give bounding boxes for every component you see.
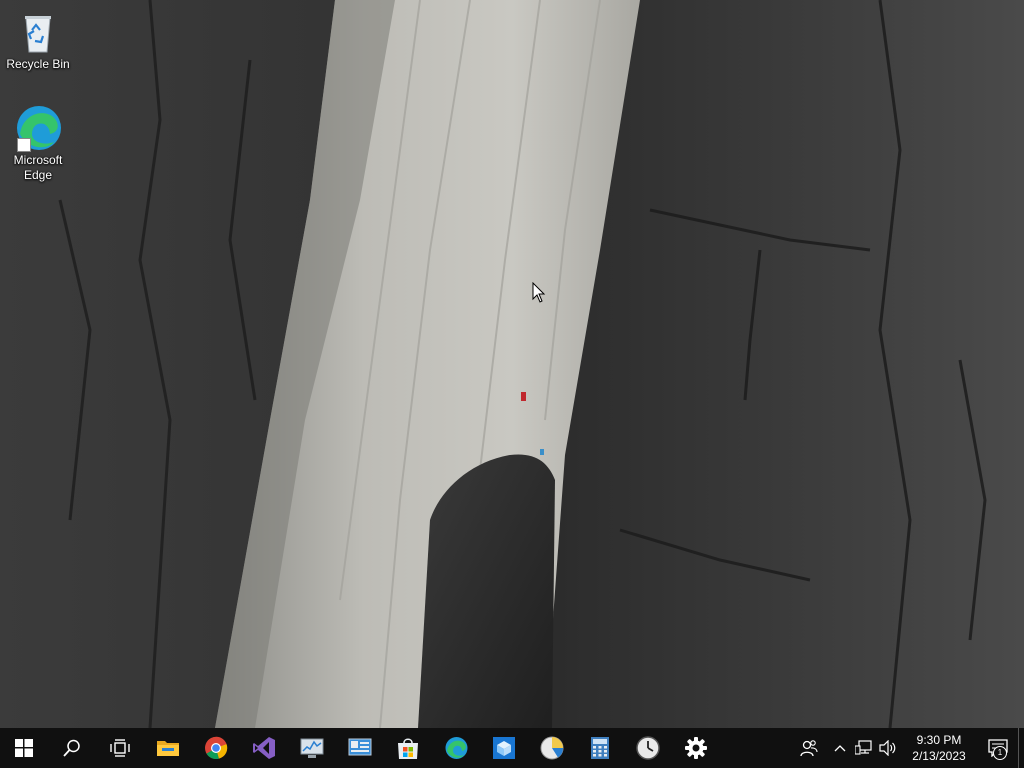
visual-studio-icon	[253, 737, 275, 759]
desktop-wallpaper	[0, 0, 1024, 728]
taskbar: 9:30 PM 2/13/2023 1	[0, 728, 1024, 768]
taskbar-clock-app[interactable]	[624, 728, 672, 768]
taskbar-edge[interactable]	[432, 728, 480, 768]
show-desktop-button[interactable]	[1018, 728, 1024, 768]
wallpaper-rock-cliff	[0, 0, 1024, 728]
taskbar-calculator[interactable]	[576, 728, 624, 768]
desktop-icon-microsoft-edge[interactable]: Microsoft Edge	[0, 104, 76, 183]
store-icon	[398, 738, 418, 759]
task-view-button[interactable]	[96, 728, 144, 768]
taskbar-system-information[interactable]	[336, 728, 384, 768]
search-icon	[63, 739, 80, 757]
action-center-button[interactable]: 1	[978, 728, 1018, 768]
taskbar-chrome[interactable]	[192, 728, 240, 768]
desktop-icon-label: Recycle Bin	[6, 57, 70, 71]
taskbar-file-explorer[interactable]	[144, 728, 192, 768]
taskbar-microsoft-store[interactable]	[384, 728, 432, 768]
chevron-up-icon	[834, 745, 846, 752]
clock-time: 9:30 PM	[916, 733, 962, 747]
clock-date: 2/13/2023	[912, 749, 966, 763]
recycle-bin-icon	[14, 8, 62, 56]
show-hidden-icons-button[interactable]	[828, 728, 852, 768]
people-icon	[800, 740, 818, 757]
search-button[interactable]	[48, 728, 96, 768]
network-button[interactable]	[852, 728, 876, 768]
taskbar-settings[interactable]	[672, 728, 720, 768]
notification-count-badge: 1	[993, 746, 1007, 760]
network-icon	[855, 740, 872, 755]
system-tray: 9:30 PM 2/13/2023 1	[790, 728, 1024, 768]
performance-monitor-icon	[300, 738, 324, 758]
desktop-icon-label: Microsoft Edge	[13, 153, 63, 182]
taskbar-clock[interactable]: 9:30 PM 2/13/2023	[900, 728, 978, 768]
desktop-icon-recycle-bin[interactable]: Recycle Bin	[0, 8, 76, 72]
edge-icon	[445, 737, 468, 759]
speaker-icon	[879, 740, 896, 756]
chrome-icon	[205, 736, 228, 760]
clock-icon	[636, 736, 660, 760]
people-button[interactable]	[790, 728, 828, 768]
system-information-icon	[348, 738, 372, 756]
volume-button[interactable]	[876, 728, 900, 768]
task-view-icon	[110, 739, 130, 757]
edge-icon	[14, 104, 62, 152]
taskbar-virtualbox[interactable]	[480, 728, 528, 768]
gear-icon	[685, 737, 707, 759]
box-icon	[493, 737, 515, 759]
taskbar-visual-studio[interactable]	[240, 728, 288, 768]
calculator-icon	[591, 737, 609, 759]
taskbar-performance-monitor[interactable]	[288, 728, 336, 768]
windows-logo-icon	[15, 739, 33, 757]
start-button[interactable]	[0, 728, 48, 768]
pie-chart-icon	[540, 736, 564, 760]
taskbar-disk-usage[interactable]	[528, 728, 576, 768]
folder-icon	[157, 741, 179, 756]
mouse-cursor-icon	[532, 281, 546, 304]
